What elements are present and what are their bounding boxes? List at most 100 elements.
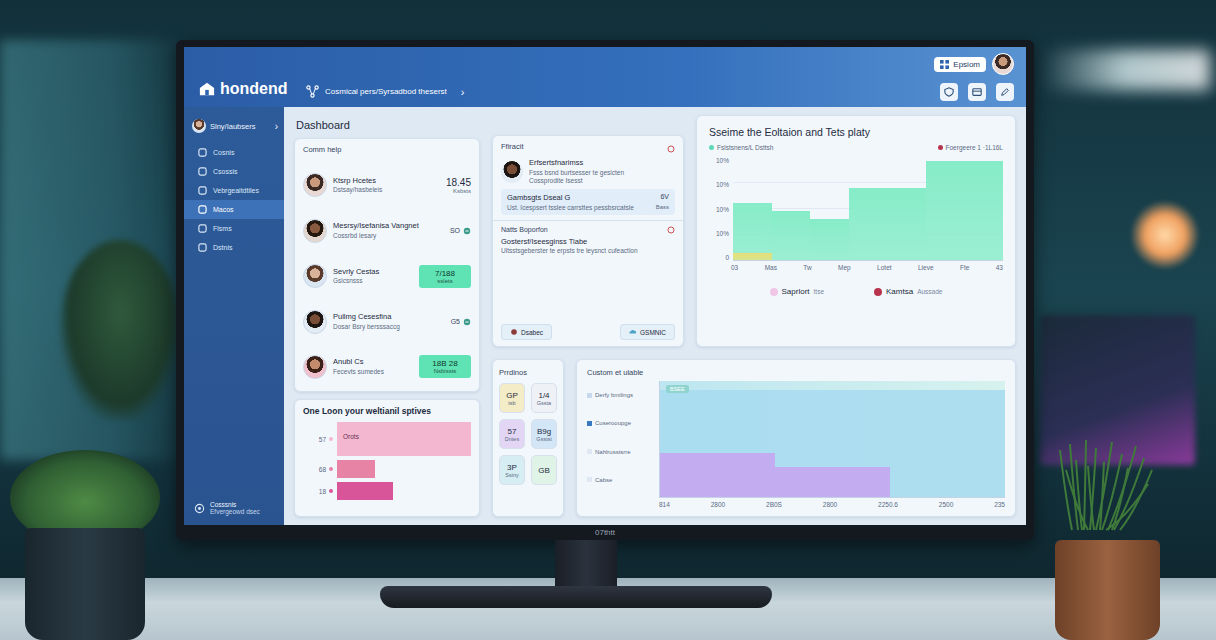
action-button[interactable]: GSMNIC (620, 324, 675, 340)
chart-bar[interactable] (887, 188, 926, 260)
legend-item[interactable]: Foergeere 1 ·1L16L (938, 144, 1003, 151)
bar-fill[interactable]: Orots (337, 422, 471, 456)
legend-label: Saprlort (782, 287, 810, 296)
user-avatar[interactable] (992, 53, 1014, 75)
action-button[interactable]: Dsabec (501, 324, 552, 340)
tile[interactable]: B9g Gsstsi (531, 419, 557, 449)
legend-item[interactable]: Saprlort ttse (770, 287, 825, 296)
window-button[interactable] (968, 83, 986, 101)
y-axis: 10%10%10%10%0 (709, 157, 729, 261)
chart-bar[interactable] (964, 161, 1003, 260)
legend-item[interactable]: Derfy bmilings (587, 392, 653, 398)
user-button[interactable]: Epsiom (934, 57, 986, 72)
highlight-box[interactable]: Gambsgts Dseal G 6V Ust. Icespsert tssle… (501, 189, 675, 215)
tile[interactable]: 3P Ssiny (499, 455, 525, 485)
ceiling-light (1040, 50, 1210, 90)
activity-person[interactable]: Erfsertsfnarimss Fsss bsnd burtsesser te… (501, 159, 675, 185)
people-card: Comm help Ktsrp Hcetes Dstsay/hasbeleis … (294, 138, 480, 392)
legend-label: Nahlrusstsrre (595, 449, 631, 455)
highlight-sub: Bass (656, 204, 669, 210)
person-row[interactable]: Ktsrp Hcetes Dstsay/hasbeleis 18.45 Ksbs… (303, 167, 471, 203)
chart-bar[interactable] (810, 219, 849, 260)
person-row[interactable]: Anubl Cs Fecevts sumedes 18B 28 Nsbissts (303, 349, 471, 385)
tile[interactable]: 57 Dntes (499, 419, 525, 449)
x-axis: 03MasTwMepLotetLieveFte43 (731, 264, 1003, 271)
sidebar-item[interactable]: Flsms (184, 219, 284, 238)
logo[interactable]: hondend (198, 80, 290, 98)
badge-value: 18B 28 (432, 359, 457, 368)
sidebar-header[interactable]: Slny/Iaubsers › (184, 119, 284, 143)
person-detail: Fecevts sumedes (333, 368, 413, 375)
person-row[interactable]: Mesrsy/Isefanisa Vangnet Cossrbd lesary … (303, 213, 471, 249)
x-tick: 2800 (823, 501, 837, 508)
person-avatar (303, 355, 327, 379)
bar-text: Orots (343, 433, 359, 440)
chart-bar[interactable] (948, 390, 1006, 497)
legend-label: Cabse (595, 477, 612, 483)
x-tick: Lieve (918, 264, 934, 271)
chart-legend-bottom: Saprlort ttse Kamtsa Aussade (709, 287, 1003, 296)
chart-bar[interactable] (660, 453, 718, 497)
value-with-icon: SO (450, 227, 471, 235)
person-row[interactable]: Sevrly Cestas Gsicsnsss 7/188 sslets (303, 258, 471, 294)
bar-column (887, 157, 926, 260)
sidebar-title: Slny/Iaubsers (210, 122, 271, 131)
breadcrumb[interactable]: Cosmical pers/Syrsadbod theserst › (306, 85, 918, 98)
sidebar-item[interactable]: Macos (184, 200, 284, 219)
sidebar-item[interactable]: Csossis (184, 162, 284, 181)
person-row[interactable]: Pullmg Cesesfina Dosar Bsry bersssaccg G… (303, 304, 471, 340)
chart-bar[interactable] (733, 203, 772, 260)
bar-track (337, 482, 471, 500)
chart-bar[interactable] (733, 253, 772, 260)
tile[interactable]: GP tsb (499, 383, 525, 413)
person-name: Anubl Cs (333, 358, 413, 367)
nodes-icon (306, 85, 319, 98)
house-icon (198, 81, 216, 97)
legend-item[interactable]: Cuserooupge (587, 420, 653, 426)
bar-column (833, 381, 891, 497)
chart-bar[interactable] (718, 453, 776, 497)
person-avatar (303, 310, 327, 334)
x-tick: 2250.6 (878, 501, 898, 508)
person-line: Cossprodite Isesst (529, 177, 675, 184)
sidebar-item[interactable]: Cosnis (184, 143, 284, 162)
monitor-brand: 07thtt (184, 525, 1026, 540)
sidebar-item[interactable]: Vebrgeaitdtiles (184, 181, 284, 200)
left-column: Dashboard Comm help Ktsrp Hcetes Dstsay/… (294, 115, 480, 517)
chart-bar[interactable] (890, 390, 948, 497)
legend-item[interactable]: Nahlrusstsrre (587, 449, 653, 455)
tile-label: Ssiny (505, 472, 518, 478)
bar-column (849, 157, 888, 260)
bar-fill[interactable] (337, 460, 375, 478)
person-name: Mesrsy/Isefanisa Vangnet (333, 222, 444, 231)
sidebar-item[interactable]: Dstnis (184, 238, 284, 257)
chart-bar[interactable] (849, 188, 888, 260)
plot-area (733, 157, 1003, 261)
x-tick: 43 (996, 264, 1003, 271)
tile[interactable]: GB (531, 455, 557, 485)
lamp-glow (1130, 200, 1200, 270)
edit-button[interactable] (996, 83, 1014, 101)
bar-fill[interactable] (337, 482, 393, 500)
trend-chart-card: Sseime the Eoltaion and Tets platy Fslst… (696, 115, 1016, 347)
chart-bar[interactable] (772, 211, 811, 260)
chart-bar[interactable] (775, 467, 833, 497)
tile[interactable]: 1/4 Gssta (531, 383, 557, 413)
right-column: Ffiracit Erfsertsfnarimss Fsss bsnd burt… (492, 115, 1016, 517)
tile-value: GB (538, 466, 550, 475)
chart-bar[interactable] (833, 467, 891, 497)
bar-row: 68 (303, 460, 471, 478)
sidebar-footer[interactable]: Cosssnis Efvergeowd dsec (184, 501, 284, 515)
tile-value: B9g (537, 427, 551, 436)
plant-pot (1055, 540, 1160, 640)
monitor-stand (555, 540, 617, 590)
logo-text: hondend (220, 80, 288, 98)
shield-button[interactable] (940, 83, 958, 101)
legend-item[interactable]: Kamtsa Aussade (874, 287, 942, 296)
bars-card: One Loon your weltianil sptives 57 Orots… (294, 399, 480, 517)
x-tick: 2800 (711, 501, 725, 508)
legend-item[interactable]: Cabse (587, 477, 653, 483)
chart-bar[interactable] (926, 161, 965, 260)
tile-value: 1/4 (538, 391, 549, 400)
legend-item[interactable]: Fslstsnens/L Dsttsh (709, 144, 773, 151)
